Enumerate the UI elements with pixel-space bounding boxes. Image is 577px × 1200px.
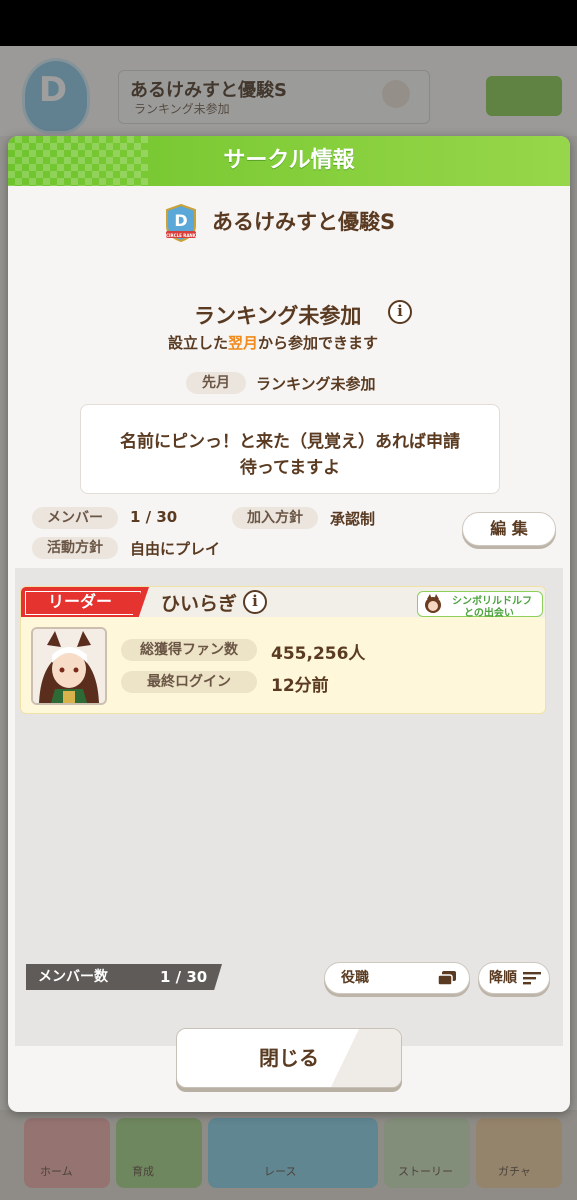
member-count-value: 1 / 30 [160, 968, 208, 986]
ranking-info-icon[interactable]: i [388, 300, 412, 324]
last-month-value: ランキング未参加 [256, 375, 376, 393]
circle-name: あるけみすと優駿S [212, 210, 396, 234]
last-month-label: 先月 [186, 372, 246, 394]
sort-order-label: 降順 [489, 970, 517, 986]
member-name: ひいらぎ [161, 593, 238, 615]
sort-key-button[interactable]: 役職 [324, 962, 470, 994]
member-info-icon[interactable]: i [243, 590, 267, 614]
member-count-label: メンバー数 [38, 969, 108, 985]
sort-key-label: 役職 [341, 970, 369, 986]
avatar [31, 627, 107, 705]
ranking-note-before: 設立した [168, 334, 229, 352]
members-label: メンバー [32, 507, 118, 529]
activity-label: 活動方針 [32, 537, 118, 559]
activity-value: 自由にプレイ [130, 540, 221, 558]
ranking-note: 設立した翌月から参加できます [168, 332, 378, 353]
circle-description: 名前にピンっ！と来た（見覚え）あれば申請 待ってますよ [80, 404, 500, 494]
ranking-note-after: から参加できます [258, 334, 379, 352]
fans-label: 総獲得ファン数 [121, 639, 257, 661]
trainer-avatar-icon [33, 629, 105, 703]
fans-value: 455,256人 [271, 644, 366, 664]
description-line: 名前にピンっ！と来た（見覚え）あれば申請 [120, 432, 460, 452]
dialog-title: サークル情報 [223, 148, 355, 173]
members-value: 1 / 30 [130, 508, 178, 526]
emblem-rank-text: CIRCLE RANK [166, 233, 197, 238]
descending-sort-icon [523, 972, 541, 985]
last-login-value: 12分前 [271, 676, 329, 696]
event-badge: シンボリルドルフ との出会い [417, 591, 543, 619]
ranking-status: ランキング未参加 [194, 304, 362, 328]
description-line: 待ってますよ [239, 458, 341, 478]
close-button[interactable]: 閉じる [176, 1028, 402, 1088]
event-badge-line2: との出会い [464, 608, 514, 619]
last-login-label: 最終ログイン [121, 671, 257, 693]
sort-options-icon [437, 971, 456, 986]
circle-info-dialog: サークル情報 D CIRCLE RANK あるけみすと優駿S ランキング未参加 … [8, 136, 570, 1112]
join-policy-value: 承認制 [330, 510, 376, 528]
circle-emblem-icon: D CIRCLE RANK [166, 204, 197, 242]
join-policy-label: 加入方針 [232, 507, 318, 529]
member-count-bar: メンバー数 1 / 30 [26, 964, 222, 990]
leader-tag: リーダー [21, 587, 149, 617]
leader-role-label: リーダー [47, 592, 112, 611]
ranking-note-highlight: 翌月 [228, 334, 259, 352]
dialog-header: サークル情報 [8, 136, 570, 186]
emblem-letter: D [174, 211, 187, 230]
leader-member-card[interactable]: リーダー ひいらぎ i シンボリルドルフ との出会い 総獲得ファン数 455,2… [20, 586, 546, 714]
sort-order-button[interactable]: 降順 [478, 962, 550, 994]
edit-button[interactable]: 編 集 [462, 512, 556, 546]
horse-girl-mini-icon [425, 594, 441, 613]
status-bar [0, 0, 577, 46]
close-button-label: 閉じる [259, 1046, 319, 1070]
